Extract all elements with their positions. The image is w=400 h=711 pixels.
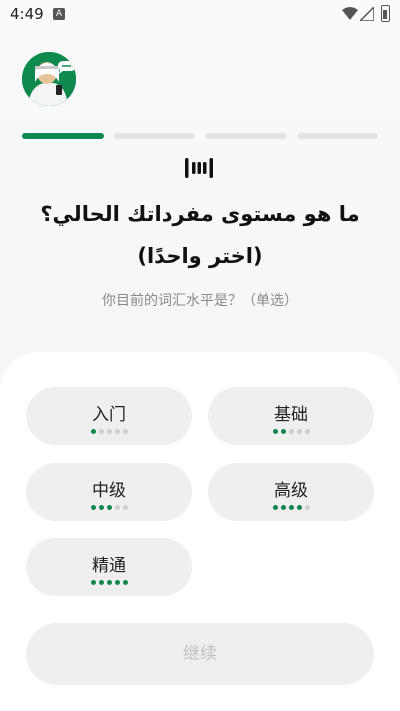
level-dot-filled [90, 429, 96, 434]
question-chinese: 你目前的词汇水平是？（单选） [102, 293, 298, 309]
level-dot-filled [272, 429, 278, 434]
level-dot-empty [304, 505, 310, 510]
level-dot-filled [280, 505, 286, 510]
level-dots [26, 505, 192, 510]
level-dot-filled [98, 580, 104, 585]
option-level[interactable]: 基础 [208, 387, 374, 445]
level-dot-filled [288, 505, 294, 510]
status-time: 4:49 [10, 5, 44, 23]
level-dots [26, 580, 192, 585]
level-dot-empty [114, 505, 120, 510]
notification-icon: A [53, 8, 65, 20]
level-dot-filled [90, 505, 96, 510]
level-dot-empty [98, 429, 104, 434]
option-level[interactable]: 中级 [26, 463, 192, 521]
level-dot-empty [122, 429, 128, 434]
level-dot-empty [114, 429, 120, 434]
option-label: 基础 [274, 405, 308, 425]
wifi-icon [342, 7, 358, 20]
option-label: 入门 [92, 405, 126, 425]
level-dot-filled [106, 505, 112, 510]
level-dot-filled [122, 580, 128, 585]
level-dot-filled [272, 505, 278, 510]
progress-bar [22, 133, 378, 139]
level-dot-empty [122, 505, 128, 510]
battery-icon [381, 5, 390, 22]
progress-step [113, 133, 195, 139]
option-label: 精通 [92, 556, 126, 576]
level-dots [208, 505, 374, 510]
level-dot-empty [304, 429, 310, 434]
audio-wave-icon[interactable] [183, 157, 215, 179]
level-dot-empty [106, 429, 112, 434]
progress-step [205, 133, 287, 139]
continue-button[interactable]: 继续 [26, 623, 374, 685]
option-level[interactable]: 精通 [26, 538, 192, 596]
level-dots [208, 429, 374, 434]
level-dot-filled [280, 429, 286, 434]
level-dot-empty [288, 429, 294, 434]
option-label: 中级 [92, 481, 126, 501]
progress-step [22, 133, 104, 139]
level-dot-filled [114, 580, 120, 585]
tutor-avatar [22, 52, 76, 106]
question-arabic: ما هو مستوى مفرداتك الحالي؟ (اختر واحدًا… [40, 202, 360, 268]
option-level[interactable]: 高级 [208, 463, 374, 521]
level-dot-empty [296, 429, 302, 434]
level-dot-filled [90, 580, 96, 585]
tutor-character-icon [22, 52, 76, 106]
progress-step [296, 133, 378, 139]
level-dots [26, 429, 192, 434]
option-label: 高级 [274, 481, 308, 501]
level-dot-filled [106, 580, 112, 585]
level-dot-filled [296, 505, 302, 510]
signal-icon [360, 7, 374, 21]
option-level[interactable]: 入门 [26, 387, 192, 445]
level-dot-filled [98, 505, 104, 510]
status-bar: 4:49 A [0, 0, 400, 28]
